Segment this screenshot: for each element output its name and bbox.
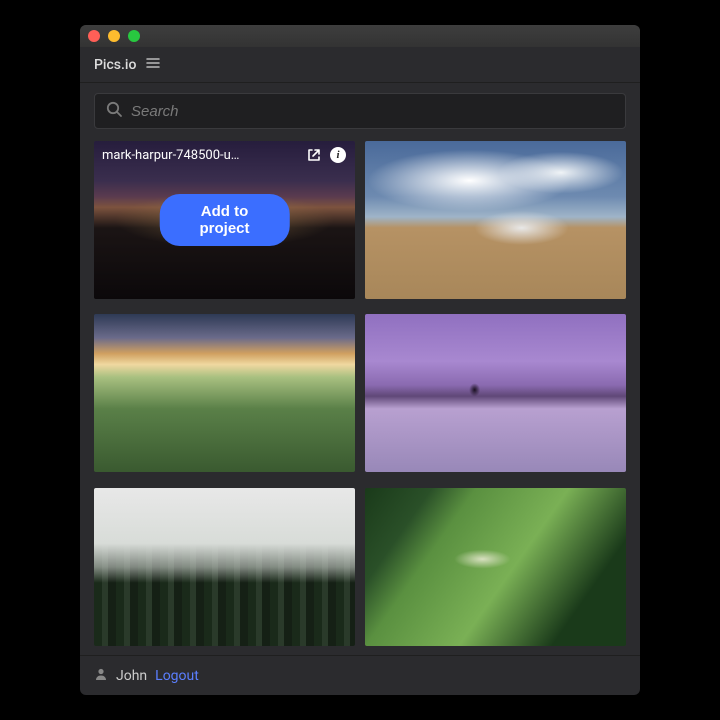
- app-header: Pics.io: [80, 47, 640, 83]
- gallery-item[interactable]: [365, 314, 626, 472]
- add-to-project-button[interactable]: Add to project: [159, 194, 290, 246]
- gallery-item[interactable]: [94, 488, 355, 646]
- minimize-window-button[interactable]: [108, 30, 120, 42]
- gallery-item[interactable]: [365, 488, 626, 646]
- app-window: Pics.io mark-harpur-748500-u…: [80, 25, 640, 695]
- thumbnail-image: [94, 314, 355, 472]
- search-field[interactable]: [94, 93, 626, 129]
- gallery-item[interactable]: [94, 314, 355, 472]
- user-icon: [94, 667, 108, 685]
- username: John: [116, 668, 147, 684]
- logout-link[interactable]: Logout: [155, 668, 199, 684]
- thumbnail-image: [365, 314, 626, 472]
- search-input[interactable]: [131, 103, 615, 120]
- thumbnail-image: [365, 141, 626, 299]
- thumbnail-image: [365, 488, 626, 646]
- gallery-item[interactable]: [365, 141, 626, 299]
- maximize-window-button[interactable]: [128, 30, 140, 42]
- window-controls: [88, 30, 140, 42]
- app-title: Pics.io: [94, 57, 136, 73]
- footer: John Logout: [80, 655, 640, 695]
- search-icon: [105, 100, 123, 122]
- menu-icon[interactable]: [146, 56, 160, 74]
- gallery-item[interactable]: mark-harpur-748500-u… i Add to project: [94, 141, 355, 299]
- search-bar: [80, 83, 640, 137]
- gallery-scroll[interactable]: mark-harpur-748500-u… i Add to project: [80, 137, 640, 655]
- info-icon[interactable]: i: [329, 146, 347, 164]
- titlebar: [80, 25, 640, 47]
- thumbnail-image: [94, 488, 355, 646]
- close-window-button[interactable]: [88, 30, 100, 42]
- thumbnail-filename: mark-harpur-748500-u…: [102, 148, 299, 163]
- thumbnail-header: mark-harpur-748500-u… i: [94, 141, 355, 169]
- open-external-icon[interactable]: [305, 146, 323, 164]
- gallery-grid: mark-harpur-748500-u… i Add to project: [80, 137, 634, 655]
